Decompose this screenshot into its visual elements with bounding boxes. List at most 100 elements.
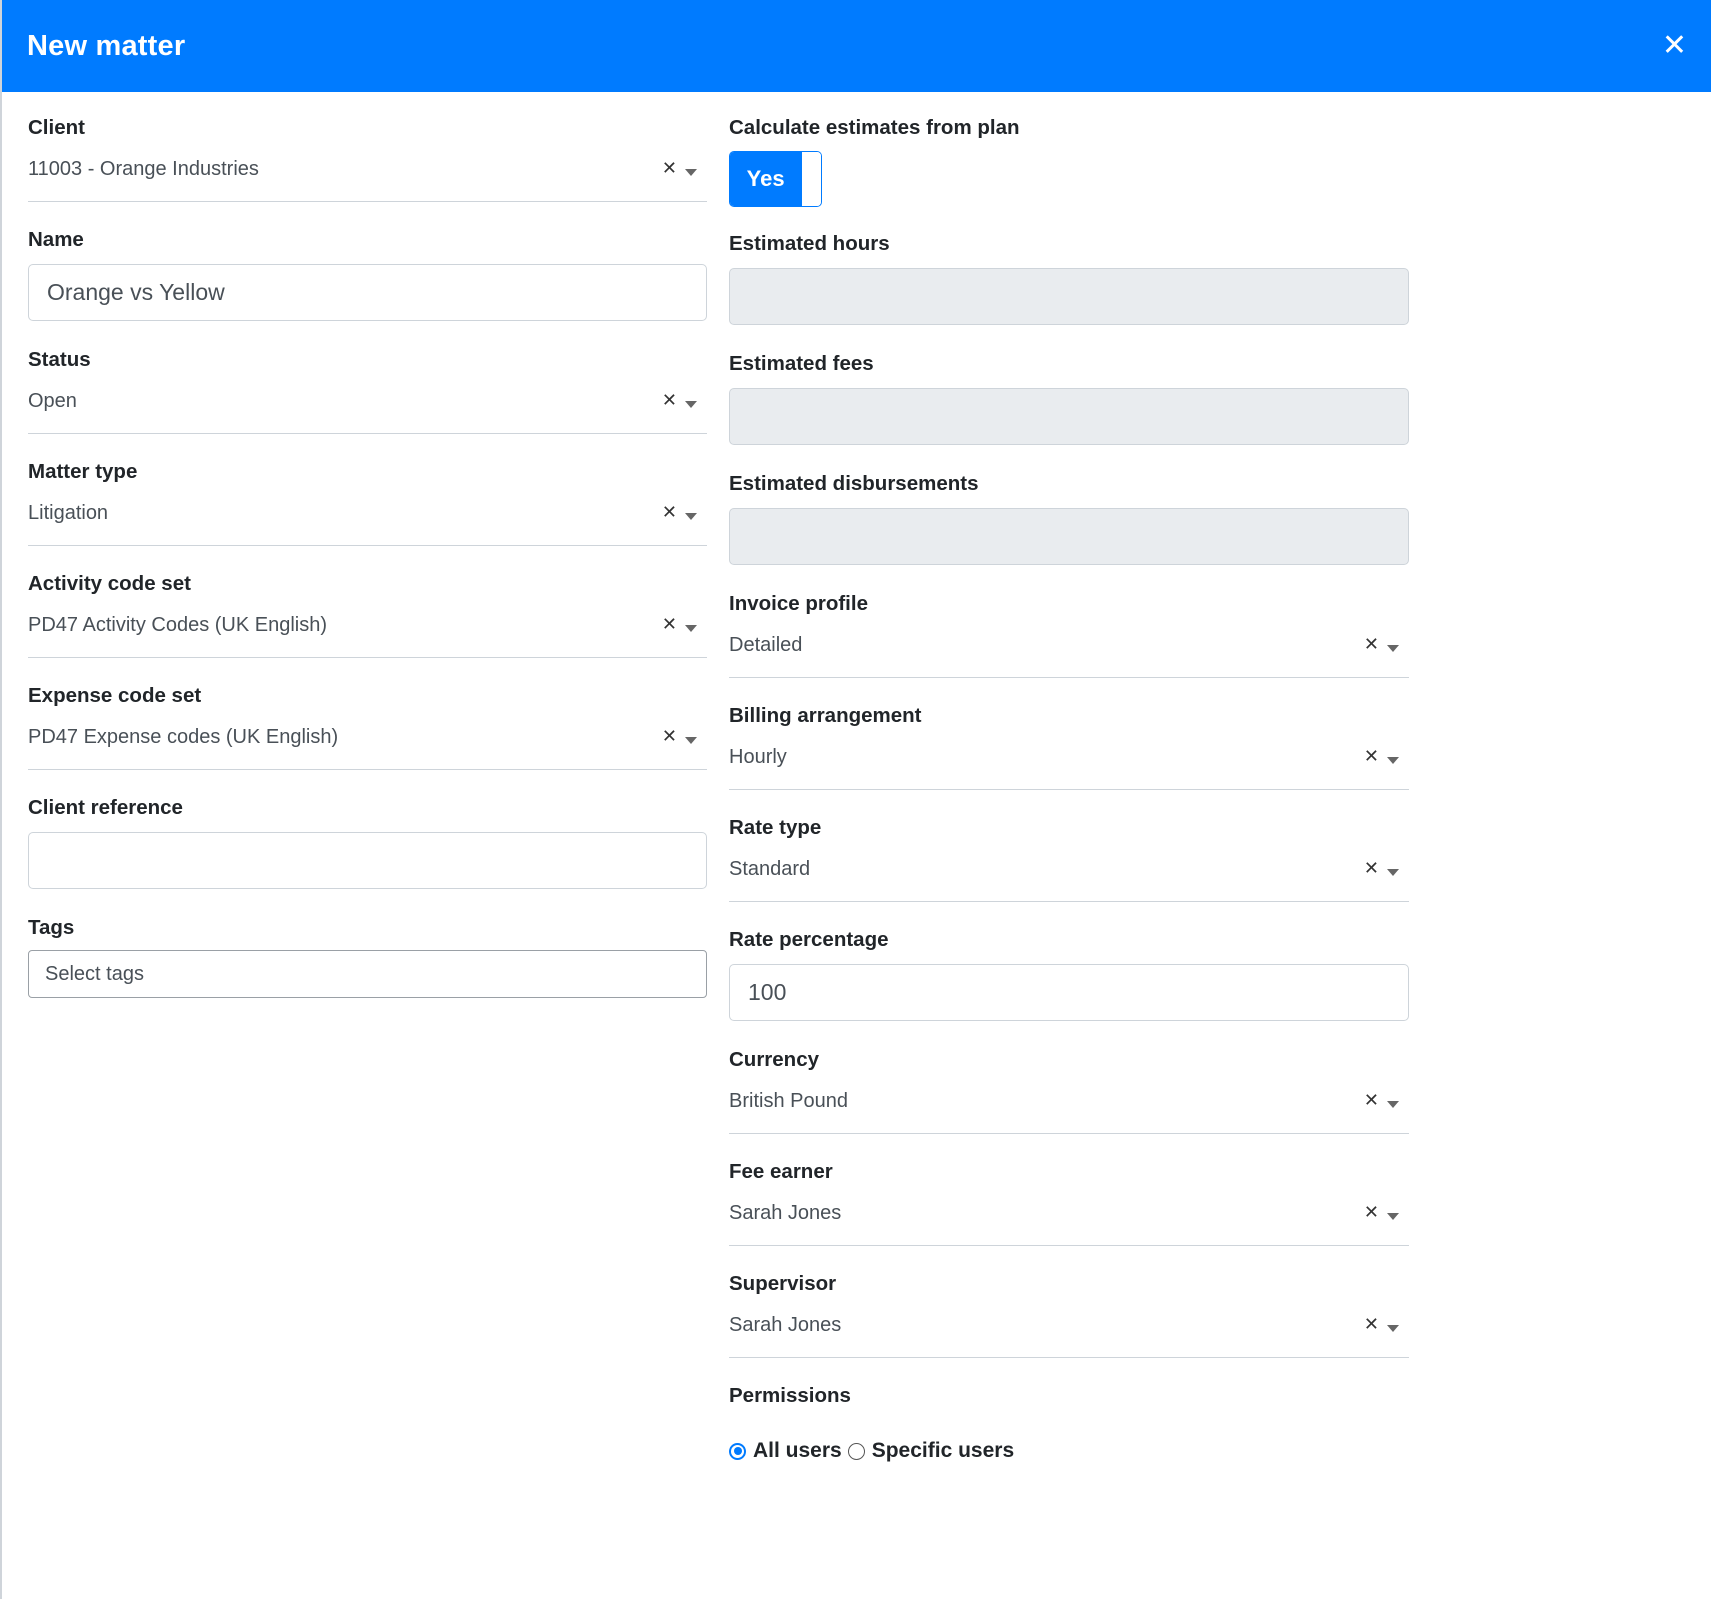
- left-column: Client 11003 - Orange Industries ✕ Name …: [28, 92, 707, 998]
- client-select[interactable]: 11003 - Orange Industries ✕: [28, 140, 707, 202]
- rate-type-value: Standard: [729, 858, 811, 880]
- supervisor-group: Supervisor Sarah Jones ✕: [729, 1272, 1409, 1358]
- clear-icon[interactable]: ✕: [662, 614, 677, 635]
- name-group: Name Orange vs Yellow: [28, 228, 707, 321]
- status-label: Status: [28, 348, 91, 371]
- matter-type-group: Matter type Litigation ✕: [28, 460, 707, 546]
- estimated-disbursements-group: Estimated disbursements: [729, 472, 1409, 565]
- chevron-down-icon[interactable]: [685, 513, 697, 520]
- currency-value: British Pound: [729, 1090, 848, 1112]
- supervisor-value: Sarah Jones: [729, 1314, 842, 1336]
- radio-specific-users-label[interactable]: Specific users: [872, 1439, 1014, 1463]
- clear-icon[interactable]: ✕: [1364, 858, 1379, 879]
- matter-type-label: Matter type: [28, 460, 138, 483]
- toggle-handle[interactable]: [801, 152, 821, 206]
- estimated-hours-group: Estimated hours: [729, 232, 1409, 325]
- invoice-profile-value: Detailed: [729, 634, 803, 656]
- client-reference-input[interactable]: [28, 832, 707, 889]
- activity-code-set-value: PD47 Activity Codes (UK English): [28, 614, 328, 636]
- calc-estimates-toggle[interactable]: Yes: [729, 151, 822, 207]
- estimated-hours-label: Estimated hours: [729, 232, 890, 255]
- estimated-hours-input: [729, 268, 1409, 325]
- tags-label: Tags: [28, 916, 75, 939]
- clear-icon[interactable]: ✕: [662, 158, 677, 179]
- fee-earner-select[interactable]: Sarah Jones ✕: [729, 1184, 1409, 1246]
- permissions-label: Permissions: [729, 1384, 851, 1407]
- clear-icon[interactable]: ✕: [662, 502, 677, 523]
- modal-title: New matter: [27, 29, 186, 62]
- currency-select[interactable]: British Pound ✕: [729, 1072, 1409, 1134]
- rate-percentage-input[interactable]: 100: [729, 964, 1409, 1021]
- estimated-disbursements-input: [729, 508, 1409, 565]
- estimated-fees-input: [729, 388, 1409, 445]
- chevron-down-icon[interactable]: [685, 401, 697, 408]
- clear-icon[interactable]: ✕: [662, 390, 677, 411]
- activity-code-set-group: Activity code set PD47 Activity Codes (U…: [28, 572, 707, 658]
- name-label: Name: [28, 228, 84, 251]
- right-column: Calculate estimates from plan Yes Estima…: [729, 92, 1409, 1463]
- billing-arrangement-group: Billing arrangement Hourly ✕: [729, 704, 1409, 790]
- radio-all-users[interactable]: [729, 1442, 746, 1460]
- calc-estimates-label: Calculate estimates from plan: [729, 116, 1020, 139]
- permissions-group: Permissions All users Specific users: [729, 1384, 1409, 1463]
- invoice-profile-group: Invoice profile Detailed ✕: [729, 592, 1409, 678]
- clear-icon[interactable]: ✕: [1364, 1090, 1379, 1111]
- radio-all-users-label[interactable]: All users: [753, 1439, 842, 1463]
- expense-code-set-select[interactable]: PD47 Expense codes (UK English) ✕: [28, 708, 707, 770]
- client-value: 11003 - Orange Industries: [28, 158, 259, 180]
- permissions-radio-group: All users Specific users: [729, 1439, 1409, 1463]
- currency-label: Currency: [729, 1048, 820, 1071]
- activity-code-set-select[interactable]: PD47 Activity Codes (UK English) ✕: [28, 596, 707, 658]
- client-reference-group: Client reference: [28, 796, 707, 889]
- estimated-fees-group: Estimated fees: [729, 352, 1409, 445]
- tags-group: Tags Select tags: [28, 916, 707, 998]
- fee-earner-group: Fee earner Sarah Jones ✕: [729, 1160, 1409, 1246]
- chevron-down-icon[interactable]: [1387, 757, 1399, 764]
- clear-icon[interactable]: ✕: [1364, 1202, 1379, 1223]
- expense-code-set-group: Expense code set PD47 Expense codes (UK …: [28, 684, 707, 770]
- expense-code-set-label: Expense code set: [28, 684, 202, 707]
- fee-earner-value: Sarah Jones: [729, 1202, 842, 1224]
- invoice-profile-select[interactable]: Detailed ✕: [729, 616, 1409, 678]
- supervisor-label: Supervisor: [729, 1272, 837, 1295]
- modal-header: New matter ✕: [2, 0, 1711, 92]
- rate-percentage-label: Rate percentage: [729, 928, 889, 951]
- estimated-disbursements-label: Estimated disbursements: [729, 472, 979, 495]
- matter-type-select[interactable]: Litigation ✕: [28, 484, 707, 546]
- rate-type-group: Rate type Standard ✕: [729, 816, 1409, 902]
- toggle-on-label: Yes: [730, 152, 802, 206]
- clear-icon[interactable]: ✕: [1364, 634, 1379, 655]
- billing-arrangement-label: Billing arrangement: [729, 704, 922, 727]
- chevron-down-icon[interactable]: [1387, 1325, 1399, 1332]
- client-group: Client 11003 - Orange Industries ✕: [28, 116, 707, 202]
- supervisor-select[interactable]: Sarah Jones ✕: [729, 1296, 1409, 1358]
- clear-icon[interactable]: ✕: [1364, 1314, 1379, 1335]
- clear-icon[interactable]: ✕: [1364, 746, 1379, 767]
- name-input[interactable]: Orange vs Yellow: [28, 264, 707, 321]
- chevron-down-icon[interactable]: [685, 737, 697, 744]
- status-group: Status Open ✕: [28, 348, 707, 434]
- chevron-down-icon[interactable]: [1387, 1101, 1399, 1108]
- expense-code-set-value: PD47 Expense codes (UK English): [28, 726, 339, 748]
- billing-arrangement-value: Hourly: [729, 746, 787, 768]
- chevron-down-icon[interactable]: [1387, 869, 1399, 876]
- estimated-fees-label: Estimated fees: [729, 352, 874, 375]
- calc-estimates-group: Calculate estimates from plan Yes: [729, 116, 1409, 207]
- chevron-down-icon[interactable]: [1387, 1213, 1399, 1220]
- new-matter-modal: New matter ✕ Client 11003 - Orange Indus…: [0, 0, 1711, 1599]
- invoice-profile-label: Invoice profile: [729, 592, 868, 615]
- clear-icon[interactable]: ✕: [662, 726, 677, 747]
- rate-type-select[interactable]: Standard ✕: [729, 840, 1409, 902]
- close-icon[interactable]: ✕: [1662, 31, 1687, 61]
- billing-arrangement-select[interactable]: Hourly ✕: [729, 728, 1409, 790]
- chevron-down-icon[interactable]: [685, 625, 697, 632]
- rate-type-label: Rate type: [729, 816, 822, 839]
- fee-earner-label: Fee earner: [729, 1160, 833, 1183]
- tags-input[interactable]: Select tags: [28, 950, 707, 998]
- status-select[interactable]: Open ✕: [28, 372, 707, 434]
- radio-specific-users[interactable]: [847, 1442, 865, 1460]
- rate-percentage-group: Rate percentage 100: [729, 928, 1409, 1021]
- chevron-down-icon[interactable]: [685, 169, 697, 176]
- status-value: Open: [28, 390, 77, 412]
- chevron-down-icon[interactable]: [1387, 645, 1399, 652]
